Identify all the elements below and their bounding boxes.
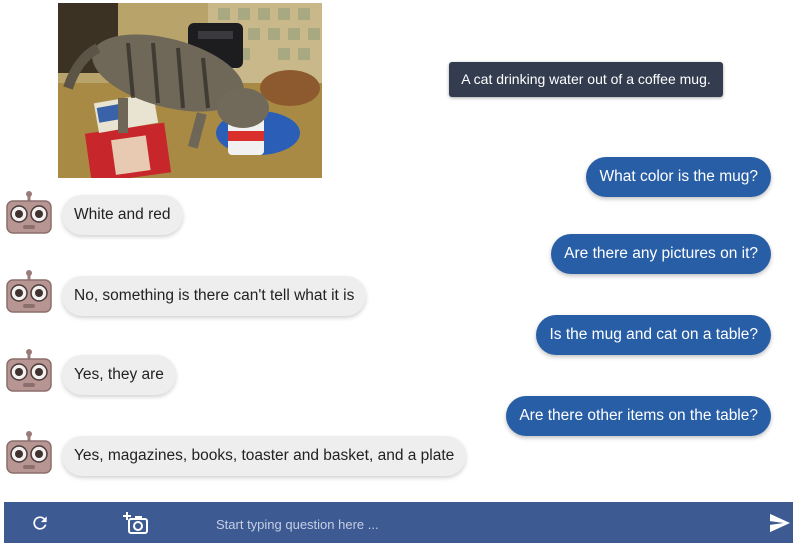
answer-bubble: Yes, they are bbox=[62, 355, 176, 395]
answer-bubble: White and red bbox=[62, 195, 183, 235]
answer-bubble: No, something is there can't tell what i… bbox=[62, 276, 367, 316]
robot-avatar-icon bbox=[6, 270, 52, 316]
robot-avatar-icon bbox=[6, 349, 52, 395]
question-bubble: Is the mug and cat on a table? bbox=[536, 315, 771, 355]
answer-bubble: Yes, magazines, books, toaster and baske… bbox=[62, 436, 467, 476]
send-icon[interactable] bbox=[762, 502, 797, 543]
question-input[interactable] bbox=[214, 510, 738, 538]
question-bubble: Are there any pictures on it? bbox=[551, 234, 771, 274]
refresh-icon[interactable] bbox=[22, 502, 58, 543]
add-photo-icon[interactable] bbox=[118, 502, 154, 543]
robot-avatar-icon bbox=[6, 431, 52, 477]
input-bar bbox=[4, 502, 793, 543]
uploaded-photo bbox=[58, 3, 322, 178]
question-bubble: What color is the mug? bbox=[586, 157, 771, 197]
question-bubble: Are there other items on the table? bbox=[506, 396, 771, 436]
image-caption: A cat drinking water out of a coffee mug… bbox=[449, 62, 723, 97]
robot-avatar-icon bbox=[6, 191, 52, 237]
